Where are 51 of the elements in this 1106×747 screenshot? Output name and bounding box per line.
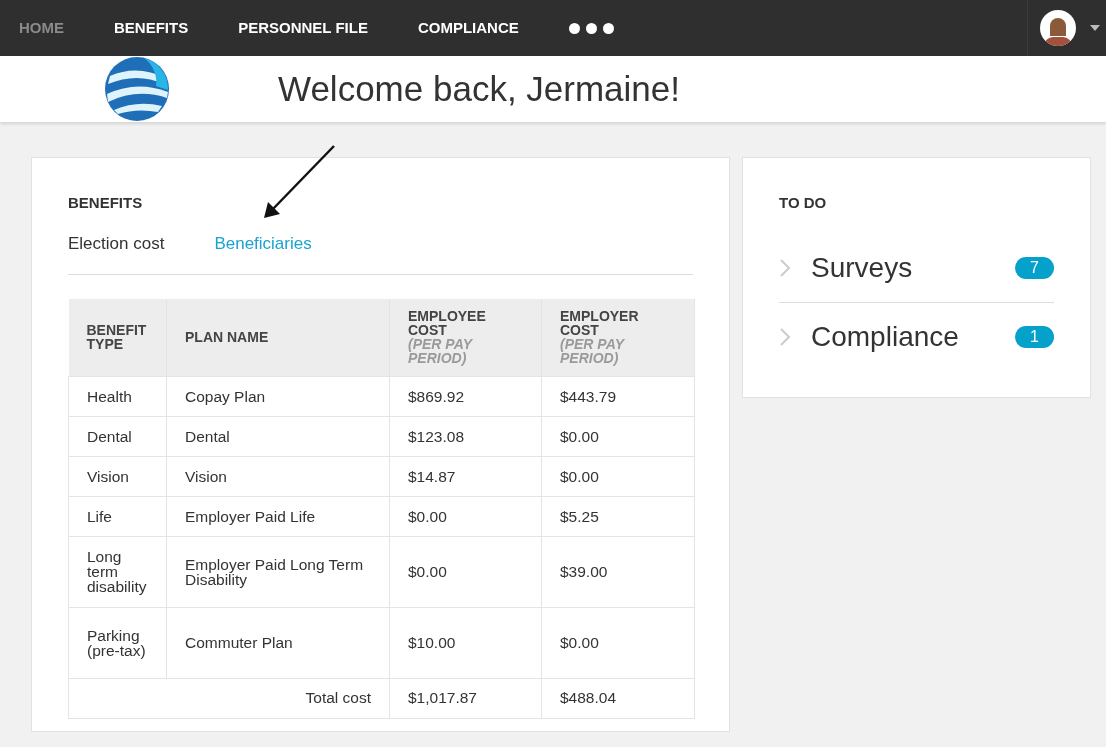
table-cell: Employer Paid Long Term Disability: [166, 536, 390, 607]
table-cell: $5.25: [541, 496, 695, 536]
column-header: EMPLOYEE COST (PER PAY PERIOD): [389, 299, 542, 376]
table-cell: Vision: [68, 456, 167, 496]
todo-heading: TO DO: [779, 193, 828, 213]
table-cell: Copay Plan: [166, 376, 390, 416]
table-cell: $0.00: [541, 456, 695, 496]
table-cell: $0.00: [389, 536, 542, 607]
count-badge: 1: [1015, 325, 1054, 348]
table-cell: Health: [68, 376, 167, 416]
count-badge: 7: [1015, 257, 1054, 279]
avatar-icon[interactable]: [1040, 10, 1076, 46]
nav-link[interactable]: HOME: [19, 16, 64, 40]
total-label: Total cost: [68, 678, 390, 718]
todo-item[interactable]: Surveys 7: [779, 234, 1054, 303]
table-cell: $1,017.87: [389, 678, 542, 718]
todo-label: Compliance: [811, 319, 959, 354]
chevron-right-icon: [779, 258, 791, 278]
table-cell: $123.08: [389, 416, 542, 456]
more-icon[interactable]: [568, 22, 614, 34]
table-cell: $14.87: [389, 456, 542, 496]
nav-link[interactable]: COMPLIANCE: [417, 16, 519, 40]
table-cell: Dental: [166, 416, 390, 456]
table-cell: Parking (pre-tax): [68, 607, 167, 678]
column-header: BENEFIT TYPE: [68, 299, 167, 376]
todo-label: Surveys: [811, 251, 913, 285]
table-cell: Life: [68, 496, 167, 536]
table-cell: $0.00: [541, 607, 695, 678]
column-header: PLAN NAME: [166, 299, 390, 376]
table-cell: Dental: [68, 416, 167, 456]
globe-logo-icon: [104, 56, 170, 122]
table-cell: $488.04: [541, 678, 695, 718]
welcome-title: Welcome back, Jermaine!: [278, 67, 680, 110]
nav-link[interactable]: BENEFITS: [114, 16, 189, 40]
table-cell: Vision: [166, 456, 390, 496]
table-cell: Long term disability: [68, 536, 167, 607]
todo-item[interactable]: Compliance 1: [779, 302, 1054, 371]
table-cell: $10.00: [389, 607, 542, 678]
nav-link[interactable]: PERSONNEL FILE: [238, 16, 368, 40]
tab[interactable]: Election cost: [68, 230, 165, 256]
table-cell: $869.92: [389, 376, 542, 416]
table-cell: $0.00: [389, 496, 542, 536]
benefits-heading: BENEFITS: [68, 193, 144, 213]
caret-icon[interactable]: [1090, 25, 1100, 31]
table-cell: $39.00: [541, 536, 695, 607]
column-header: EMPLOYER COST (PER PAY PERIOD): [541, 299, 695, 376]
chevron-right-icon: [779, 326, 791, 347]
table-cell: $443.79: [541, 376, 695, 416]
table-cell: Employer Paid Life: [166, 496, 390, 536]
table-cell: $0.00: [541, 416, 695, 456]
table-cell: Commuter Plan: [166, 607, 390, 678]
